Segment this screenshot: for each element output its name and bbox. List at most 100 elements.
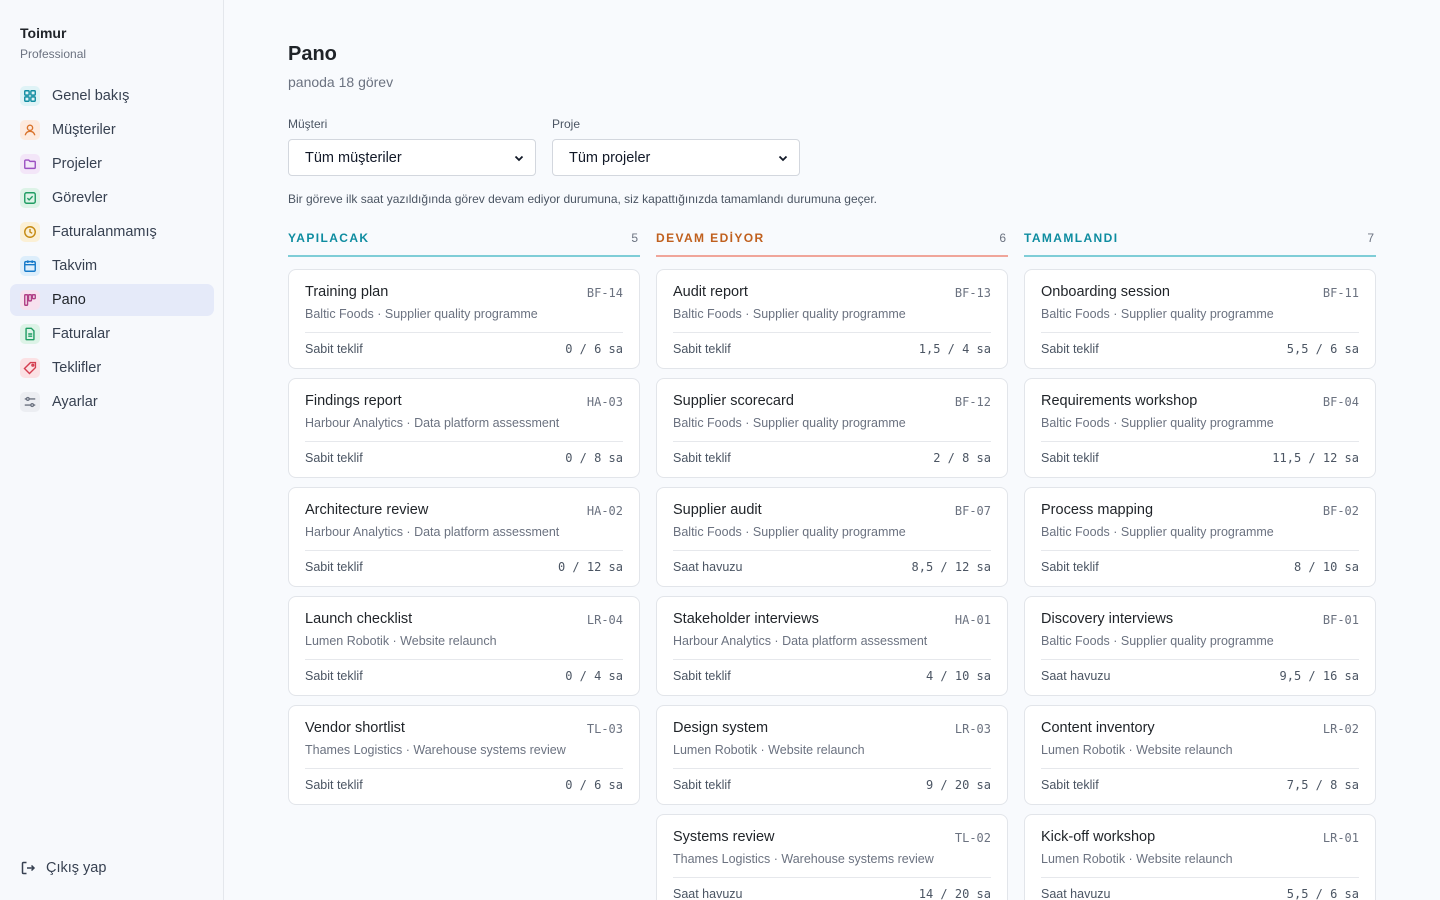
- task-hours: 1,5 / 4 sa: [918, 342, 991, 356]
- task-card[interactable]: Process mapping BF-02 Baltic Foods · Suppl…: [1024, 487, 1376, 587]
- column-todo: YAPILACAK 5 Training plan BF-14 Baltic Foo…: [288, 231, 640, 814]
- project-select[interactable]: Tüm projeler: [552, 139, 800, 176]
- task-hours: 0 / 12 sa: [557, 560, 623, 574]
- task-id: LR-01: [1322, 831, 1359, 845]
- task-card[interactable]: Onboarding session BF-11 Baltic Foods · Su…: [1024, 269, 1376, 369]
- task-id: BF-07: [954, 504, 991, 518]
- card-divider: [305, 659, 623, 660]
- column-count: 5: [631, 231, 638, 245]
- project-filter-label: Proje: [552, 117, 581, 131]
- card-divider: [673, 550, 991, 551]
- task-id: LR-03: [954, 722, 991, 736]
- task-client-project: Harbour Analytics · Data platform assess…: [305, 416, 560, 430]
- task-hours: 8,5 / 12 sa: [911, 560, 991, 574]
- column-title: DEVAM EDİYOR: [656, 231, 765, 245]
- task-card[interactable]: Vendor shortlist TL-03 Thames Logistics · …: [288, 705, 640, 805]
- task-hours: 0 / 6 sa: [565, 342, 623, 356]
- sidebar-item-takvim[interactable]: Takvim: [10, 250, 214, 282]
- task-card[interactable]: Design system LR-03 Lumen Robotik · Websit…: [656, 705, 1008, 805]
- task-hours: 0 / 6 sa: [565, 778, 623, 792]
- kanban-icon: [20, 290, 40, 310]
- chevron-down-icon: [514, 155, 524, 161]
- clock-icon: [20, 222, 40, 242]
- sidebar-item-label: Projeler: [52, 156, 102, 172]
- card-list: Onboarding session BF-11 Baltic Foods · Su…: [1024, 269, 1376, 900]
- sidebar-item-faturalar[interactable]: Faturalar: [10, 318, 214, 350]
- task-title: Findings report: [305, 393, 402, 409]
- card-list: Training plan BF-14 Baltic Foods · Supplie…: [288, 269, 640, 805]
- task-card[interactable]: Training plan BF-14 Baltic Foods · Supplie…: [288, 269, 640, 369]
- task-card[interactable]: Content inventory LR-02 Lumen Robotik · We…: [1024, 705, 1376, 805]
- task-card[interactable]: Audit report BF-13 Baltic Foods · Supplier…: [656, 269, 1008, 369]
- sidebar-item-ayarlar[interactable]: Ayarlar: [10, 386, 214, 418]
- page-subtitle: panoda 18 görev: [288, 74, 394, 90]
- logout-button[interactable]: Çıkış yap: [20, 860, 106, 876]
- task-client-project: Baltic Foods · Supplier quality programm…: [673, 416, 906, 430]
- task-client-project: Lumen Robotik · Website relaunch: [305, 634, 497, 648]
- sidebar-nav: Genel bakış Müşteriler Projeler Görevler…: [10, 80, 214, 420]
- task-title: Requirements workshop: [1041, 393, 1198, 409]
- brand: Toimur Professional: [20, 25, 86, 61]
- sidebar-item-teklifler[interactable]: Teklifler: [10, 352, 214, 384]
- task-title: Supplier audit: [673, 502, 762, 518]
- task-card[interactable]: Findings report HA-03 Harbour Analytics · …: [288, 378, 640, 478]
- card-divider: [673, 877, 991, 878]
- task-hours: 14 / 20 sa: [918, 887, 991, 900]
- sidebar-item-projeler[interactable]: Projeler: [10, 148, 214, 180]
- column-count: 7: [1367, 231, 1374, 245]
- task-client-project: Harbour Analytics · Data platform assess…: [673, 634, 928, 648]
- card-divider: [673, 659, 991, 660]
- card-divider: [305, 441, 623, 442]
- sidebar-item-label: Takvim: [52, 258, 98, 274]
- task-card[interactable]: Supplier audit BF-07 Baltic Foods · Suppli…: [656, 487, 1008, 587]
- sidebar-item-pano[interactable]: Pano: [10, 284, 214, 316]
- task-card[interactable]: Kick-off workshop LR-01 Lumen Robotik · We…: [1024, 814, 1376, 900]
- task-card[interactable]: Systems review TL-02 Thames Logistics · Wa…: [656, 814, 1008, 900]
- sidebar: Toimur Professional Genel bakış Müşteril…: [0, 0, 224, 900]
- column-done: TAMAMLANDI 7 Onboarding session BF-11 Balt…: [1024, 231, 1376, 900]
- grid-icon: [20, 86, 40, 106]
- task-hours: 0 / 8 sa: [565, 451, 623, 465]
- task-client-project: Thames Logistics · Warehouse systems rev…: [305, 743, 566, 757]
- task-title: Audit report: [673, 284, 748, 300]
- task-title: Architecture review: [305, 502, 429, 518]
- task-card[interactable]: Stakeholder interviews HA-01 Harbour Analy…: [656, 596, 1008, 696]
- task-card[interactable]: Architecture review HA-02 Harbour Analytic…: [288, 487, 640, 587]
- task-hours: 5,5 / 6 sa: [1286, 342, 1359, 356]
- task-card[interactable]: Requirements workshop BF-04 Baltic Foods ·…: [1024, 378, 1376, 478]
- sidebar-item-genel-bakis[interactable]: Genel bakış: [10, 80, 214, 112]
- document-icon: [20, 324, 40, 344]
- task-client-project: Lumen Robotik · Website relaunch: [1041, 743, 1233, 757]
- task-billing-type: Saat havuzu: [1041, 887, 1111, 900]
- task-client-project: Baltic Foods · Supplier quality programm…: [673, 307, 906, 321]
- task-client-project: Baltic Foods · Supplier quality programm…: [1041, 307, 1274, 321]
- task-hours: 4 / 10 sa: [925, 669, 991, 683]
- card-divider: [1041, 332, 1359, 333]
- card-divider: [305, 332, 623, 333]
- project-filter: Proje Tüm projeler: [552, 117, 800, 176]
- task-card[interactable]: Launch checklist LR-04 Lumen Robotik · Web…: [288, 596, 640, 696]
- sidebar-item-musteriler[interactable]: Müşteriler: [10, 114, 214, 146]
- card-divider: [1041, 550, 1359, 551]
- task-billing-type: Sabit teklif: [1041, 342, 1099, 356]
- task-billing-type: Sabit teklif: [305, 669, 363, 683]
- card-divider: [1041, 768, 1359, 769]
- client-select[interactable]: Tüm müşteriler: [288, 139, 536, 176]
- task-billing-type: Sabit teklif: [673, 778, 731, 792]
- sidebar-item-faturalanmamis[interactable]: Faturalanmamış: [10, 216, 214, 248]
- task-id: BF-12: [954, 395, 991, 409]
- logout-icon: [21, 861, 36, 875]
- task-card[interactable]: Supplier scorecard BF-12 Baltic Foods · Su…: [656, 378, 1008, 478]
- folder-icon: [20, 154, 40, 174]
- task-title: Launch checklist: [305, 611, 413, 627]
- task-billing-type: Sabit teklif: [673, 342, 731, 356]
- task-billing-type: Sabit teklif: [1041, 778, 1099, 792]
- task-title: Onboarding session: [1041, 284, 1170, 300]
- sidebar-item-gorevler[interactable]: Görevler: [10, 182, 214, 214]
- page-title: Pano: [288, 43, 337, 65]
- task-client-project: Lumen Robotik · Website relaunch: [1041, 852, 1233, 866]
- sidebar-item-label: Genel bakış: [52, 88, 130, 104]
- task-card[interactable]: Discovery interviews BF-01 Baltic Foods · …: [1024, 596, 1376, 696]
- task-client-project: Baltic Foods · Supplier quality programm…: [1041, 634, 1274, 648]
- task-title: Training plan: [305, 284, 389, 300]
